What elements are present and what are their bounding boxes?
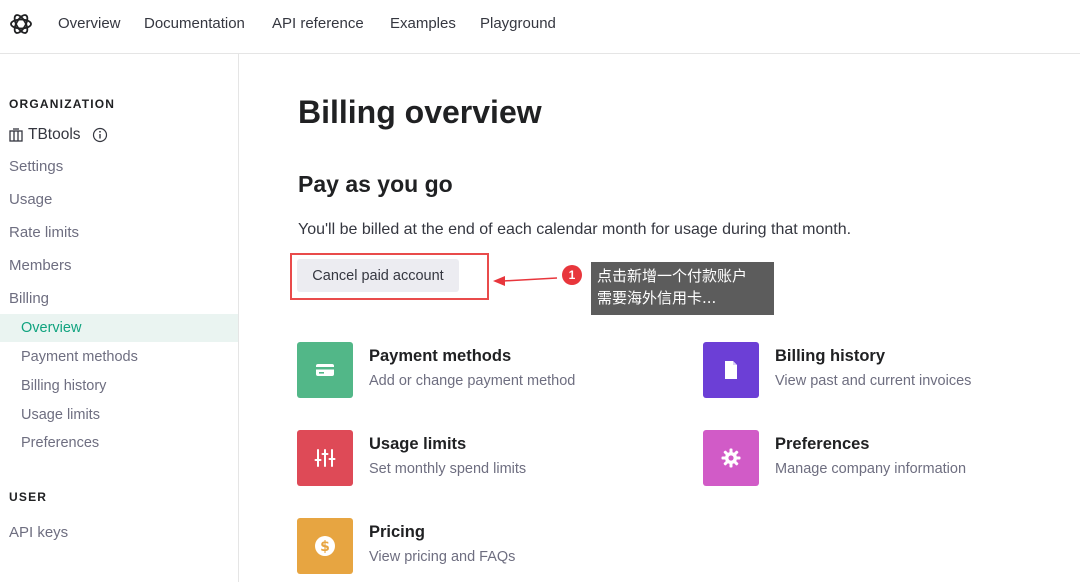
card-title: Usage limits (369, 435, 467, 453)
sidebar-subitem-usage-limits[interactable]: Usage limits (21, 407, 100, 423)
sidebar-subitem-billing-history[interactable]: Billing history (21, 378, 106, 394)
preferences-tile (703, 430, 759, 486)
info-icon[interactable] (92, 127, 108, 143)
sidebar-subitem-preferences[interactable]: Preferences (21, 435, 99, 451)
card-subtitle: Manage company information (775, 461, 967, 477)
plan-description: You'll be billed at the end of each cale… (298, 221, 852, 238)
card-subtitle: View past and current invoices (775, 373, 972, 389)
sidebar-subitem-payment-methods[interactable]: Payment methods (21, 349, 138, 365)
dollar-icon: $ (315, 536, 335, 556)
cancel-paid-account-button[interactable]: Cancel paid account (297, 259, 459, 292)
billing-history-tile (703, 342, 759, 398)
pricing-tile: $ (297, 518, 353, 574)
org-selector[interactable]: TBtools (9, 126, 108, 144)
card-subtitle: Add or change payment method (369, 373, 576, 389)
card-title: Preferences (775, 435, 870, 453)
plan-heading: Pay as you go (298, 171, 453, 197)
page-title: Billing overview (298, 94, 542, 130)
credit-card-icon (316, 364, 334, 376)
org-name: TBtools (28, 126, 81, 143)
card-usage-limits[interactable]: Usage limits Set monthly spend limits (297, 430, 657, 486)
card-preferences[interactable]: Preferences Manage company information (703, 430, 1043, 486)
building-icon (9, 128, 23, 142)
gear-icon (721, 448, 741, 468)
nav-api-reference[interactable]: API reference (272, 15, 364, 32)
sliders-icon (314, 449, 336, 467)
sidebar-item-billing[interactable]: Billing (9, 290, 49, 307)
annotation-line-2: 需要海外信用卡... (597, 289, 717, 307)
card-pricing[interactable]: $ Pricing View pricing and FAQs (297, 518, 657, 574)
document-icon (725, 361, 737, 379)
card-payment-methods[interactable]: Payment methods Add or change payment me… (297, 342, 657, 398)
annotation-line-1: 点击新增一个付款账户 (597, 267, 748, 285)
card-subtitle: Set monthly spend limits (369, 461, 527, 477)
nav-documentation[interactable]: Documentation (144, 15, 245, 32)
sidebar-item-rate-limits[interactable]: Rate limits (9, 224, 79, 241)
card-title: Billing history (775, 347, 886, 365)
annotation-arrow-icon (493, 276, 558, 286)
card-title: Pricing (369, 523, 425, 541)
top-nav: Overview Documentation API reference Exa… (0, 0, 1080, 54)
user-heading: USER (9, 490, 48, 504)
org-heading: ORGANIZATION (9, 97, 116, 111)
sidebar-item-settings[interactable]: Settings (9, 158, 63, 175)
nav-playground[interactable]: Playground (480, 15, 556, 32)
nav-examples[interactable]: Examples (390, 15, 456, 32)
sidebar-subitem-overview[interactable]: Overview (21, 320, 81, 336)
usage-limits-tile (297, 430, 353, 486)
payment-methods-tile (297, 342, 353, 398)
annotation-callout: 点击新增一个付款账户 需要海外信用卡... (591, 262, 774, 315)
card-title: Payment methods (369, 347, 512, 365)
sidebar-item-usage[interactable]: Usage (9, 191, 52, 208)
card-billing-history[interactable]: Billing history View past and current in… (703, 342, 1043, 398)
sidebar: ORGANIZATION TBtools Settings Usage Rate… (0, 54, 239, 582)
nav-overview[interactable]: Overview (58, 15, 121, 32)
openai-logo-icon[interactable] (8, 11, 34, 37)
sidebar-item-api-keys[interactable]: API keys (9, 524, 68, 541)
svg-text:$: $ (320, 539, 330, 555)
annotation-number-badge: 1 (562, 265, 582, 285)
sidebar-item-members[interactable]: Members (9, 257, 72, 274)
card-subtitle: View pricing and FAQs (369, 549, 516, 565)
